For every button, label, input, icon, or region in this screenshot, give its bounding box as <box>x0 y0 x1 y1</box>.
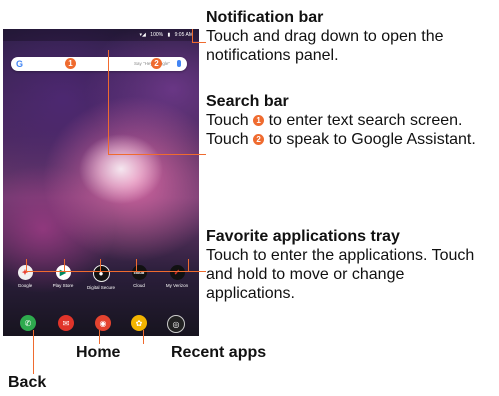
app-label: Digital Secure <box>86 285 115 290</box>
cloud-icon: cloud <box>131 265 147 280</box>
app-digital-secure[interactable]: ● Digital Secure <box>83 265 119 290</box>
marker-1: 1 <box>65 58 76 69</box>
tray-callout-tick-3 <box>100 259 101 271</box>
search-callout-line <box>108 154 206 155</box>
marker-2: 2 <box>151 58 162 69</box>
app-label: Play Store <box>52 283 74 288</box>
back-label: Back <box>8 374 47 391</box>
notification-bar[interactable]: ▾◢ 100% ▮ 9:05 AM <box>3 29 199 41</box>
home-callout-line <box>99 330 100 344</box>
verizon-icon: ✓ <box>169 265 185 280</box>
app-label: My Verizon <box>165 283 189 288</box>
search-callout: Search bar Touch 1 to enter text search … <box>206 92 496 149</box>
app-play-store[interactable]: ▶ Play Store <box>45 265 81 288</box>
battery-icon: ▮ <box>167 32 171 38</box>
notification-callout: Notification bar Touch and drag down to … <box>206 8 496 65</box>
tray-callout-right <box>188 259 189 271</box>
favorite-apps-row: ✦ Google ▶ Play Store ● Digital Secure c… <box>3 265 199 295</box>
app-label: Cloud <box>133 283 145 288</box>
phone-icon[interactable]: ✆ <box>20 315 36 331</box>
google-icon: ✦ <box>17 265 33 280</box>
inline-marker-2: 2 <box>253 134 265 145</box>
status-time: 9:05 AM <box>174 32 193 38</box>
search-callout-text: to enter text search screen. <box>264 112 463 129</box>
photos-icon[interactable]: ✿ <box>131 315 147 331</box>
search-callout-line-1: Touch 1 to enter text search screen. <box>206 111 496 130</box>
app-google[interactable]: ✦ Google <box>7 265 43 288</box>
recent-callout-line <box>143 330 144 344</box>
inline-marker-1: 1 <box>253 115 265 126</box>
tray-callout-tick-2 <box>64 259 65 271</box>
favorites-callout-title: Favorite applications tray <box>206 228 400 245</box>
battery-level: 100% <box>150 32 164 38</box>
search-callout-title: Search bar <box>206 93 289 110</box>
home-label: Home <box>76 344 121 361</box>
notification-callout-desc: Touch and drag down to open the notifica… <box>206 28 444 64</box>
app-cloud[interactable]: cloud Cloud <box>121 265 157 288</box>
notification-callout-line <box>192 42 206 43</box>
chrome-icon[interactable]: ◉ <box>95 315 111 331</box>
tray-callout-line <box>26 271 206 272</box>
app-my-verizon[interactable]: ✓ My Verizon <box>159 265 195 288</box>
search-callout-line-2: Touch 2 to speak to Google Assistant. <box>206 130 496 149</box>
google-logo-icon: G <box>16 59 24 69</box>
search-callout-text: Touch <box>206 131 254 148</box>
search-callout-vertical <box>108 50 109 154</box>
tray-callout-tick-4 <box>136 259 137 271</box>
favorites-callout-desc: Touch to enter the applications. Touch a… <box>206 247 475 302</box>
signal-icon: ▾◢ <box>139 32 146 38</box>
tray-callout-left <box>26 259 27 271</box>
phone-screen: ▾◢ 100% ▮ 9:05 AM G Say "Hey Google" 1 2… <box>3 29 199 336</box>
notification-callout-title: Notification bar <box>206 9 324 26</box>
notification-callout-tick <box>192 29 193 42</box>
recent-apps-label: Recent apps <box>171 344 267 361</box>
camera-icon[interactable]: ◎ <box>167 315 185 333</box>
search-callout-text: Touch <box>206 112 254 129</box>
app-label: Google <box>17 283 33 288</box>
mic-icon[interactable] <box>177 60 181 67</box>
messages-icon[interactable]: ✉ <box>58 315 74 331</box>
play-store-icon: ▶ <box>55 265 71 280</box>
search-callout-text: to speak to Google Assistant. <box>264 131 476 148</box>
back-callout-line <box>33 330 34 374</box>
favorites-callout: Favorite applications tray Touch to ente… <box>206 227 496 303</box>
digital-secure-icon: ● <box>92 265 110 282</box>
